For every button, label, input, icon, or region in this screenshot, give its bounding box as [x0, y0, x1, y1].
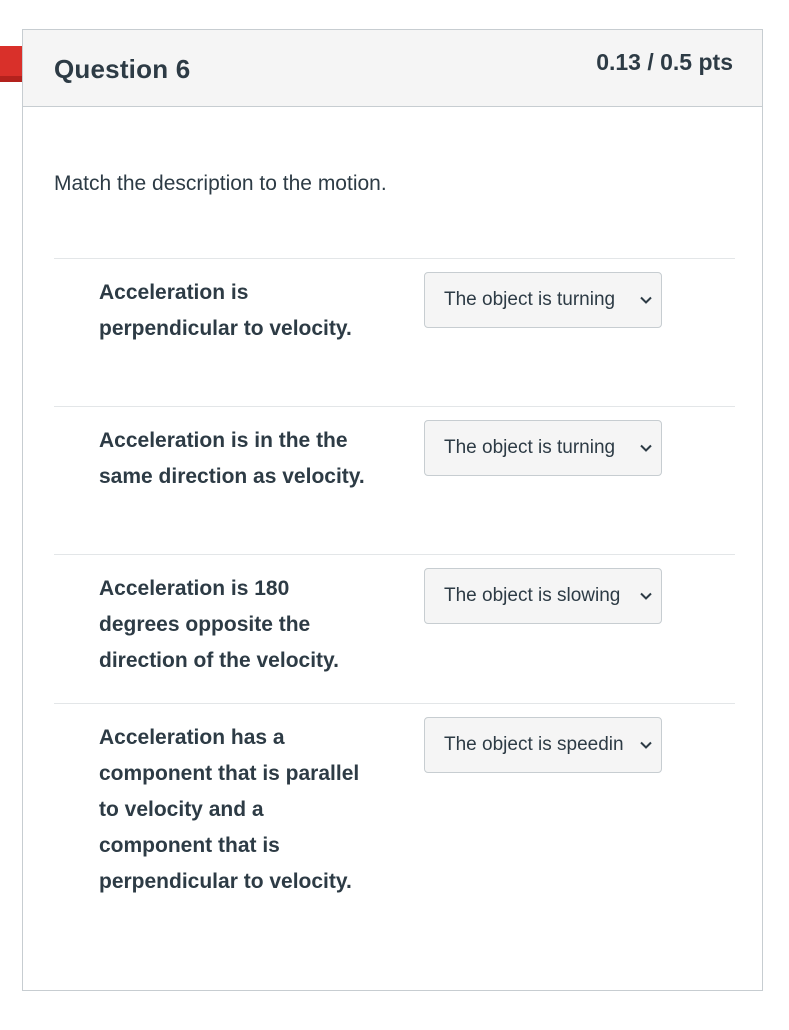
chevron-down-icon	[640, 592, 652, 600]
question-card: Question 6 0.13 / 0.5 pts Match the desc…	[22, 29, 763, 991]
answer-select-value: The object is speeding	[444, 734, 624, 755]
question-title: Question 6	[54, 54, 191, 84]
chevron-down-icon	[640, 741, 652, 749]
match-list: Acceleration is perpendicular to velocit…	[54, 258, 735, 953]
answer-select-value: The object is slowing	[444, 585, 621, 606]
match-description: Acceleration has a component that is par…	[99, 726, 360, 893]
answer-select-value: The object is turning	[444, 289, 616, 310]
question-points: 0.13 / 0.5 pts	[596, 49, 733, 75]
question-text: Match the description to the motion.	[54, 172, 387, 195]
match-description: Acceleration is 180 degrees opposite the…	[99, 577, 339, 672]
match-row: Acceleration has a component that is par…	[54, 703, 735, 953]
match-description: Acceleration is perpendicular to velocit…	[99, 281, 352, 340]
answer-select[interactable]: The object is slowing	[424, 568, 662, 624]
answer-select[interactable]: The object is speeding	[424, 717, 662, 773]
match-description: Acceleration is in the the same directio…	[99, 429, 365, 488]
match-row: Acceleration is 180 degrees opposite the…	[54, 554, 735, 703]
answer-select-value: The object is turning	[444, 437, 616, 458]
answer-select[interactable]: The object is turning	[424, 272, 662, 328]
chevron-down-icon	[640, 444, 652, 452]
match-row: Acceleration is perpendicular to velocit…	[54, 258, 735, 406]
answer-select[interactable]: The object is turning	[424, 420, 662, 476]
match-row: Acceleration is in the the same directio…	[54, 406, 735, 554]
question-header: Question 6 0.13 / 0.5 pts	[23, 30, 762, 107]
chevron-down-icon	[640, 296, 652, 304]
